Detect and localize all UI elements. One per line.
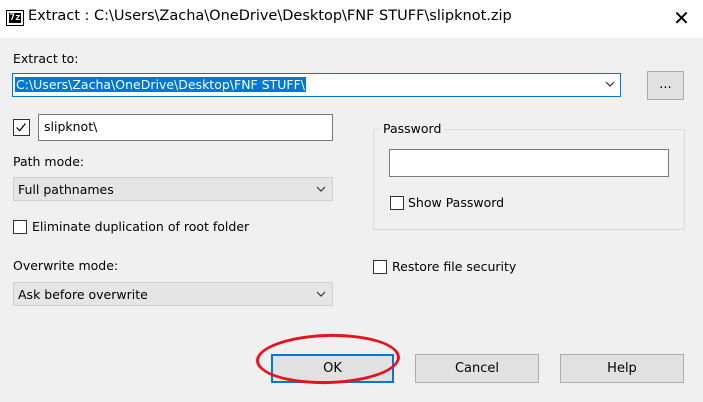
path-mode-label: Path mode:	[13, 154, 85, 169]
help-button[interactable]: Help	[560, 354, 684, 383]
cancel-button[interactable]: Cancel	[415, 354, 539, 383]
chevron-down-icon[interactable]	[605, 80, 615, 88]
password-input[interactable]	[389, 149, 669, 177]
extract-to-combo[interactable]: C:\Users\Zacha\OneDrive\Desktop\FNF STUF…	[12, 73, 621, 97]
show-password-label: Show Password	[408, 195, 505, 210]
chevron-down-icon	[316, 186, 326, 192]
eliminate-duplication-checkbox[interactable]	[13, 220, 27, 234]
ok-button[interactable]: OK	[271, 354, 394, 383]
browse-button[interactable]: ...	[647, 71, 684, 100]
close-icon[interactable]: ✕	[660, 0, 703, 36]
password-group	[373, 129, 685, 230]
extract-to-label: Extract to:	[13, 51, 79, 66]
eliminate-duplication-label: Eliminate duplication of root folder	[32, 219, 250, 234]
extract-to-path[interactable]: C:\Users\Zacha\OneDrive\Desktop\FNF STUF…	[15, 77, 307, 92]
restore-security-label: Restore file security	[392, 259, 517, 274]
subfolder-name-value: slipknot\	[44, 119, 98, 134]
show-password-checkbox[interactable]	[390, 196, 404, 210]
restore-security-checkbox[interactable]	[373, 260, 387, 274]
password-group-label: Password	[380, 121, 445, 136]
chevron-down-icon	[316, 291, 326, 297]
subfolder-name-field[interactable]: slipknot\	[38, 114, 333, 141]
checkmark-icon	[16, 123, 26, 132]
window-title: Extract : C:\Users\Zacha\OneDrive\Deskto…	[28, 8, 512, 24]
subfolder-checkbox[interactable]	[13, 119, 30, 136]
overwrite-mode-label: Overwrite mode:	[13, 258, 119, 273]
overwrite-mode-value: Ask before overwrite	[18, 287, 148, 302]
path-mode-select[interactable]: Full pathnames	[13, 177, 333, 201]
7zip-app-icon: 7z	[6, 10, 24, 26]
overwrite-mode-select[interactable]: Ask before overwrite	[13, 282, 333, 306]
path-mode-value: Full pathnames	[18, 182, 114, 197]
